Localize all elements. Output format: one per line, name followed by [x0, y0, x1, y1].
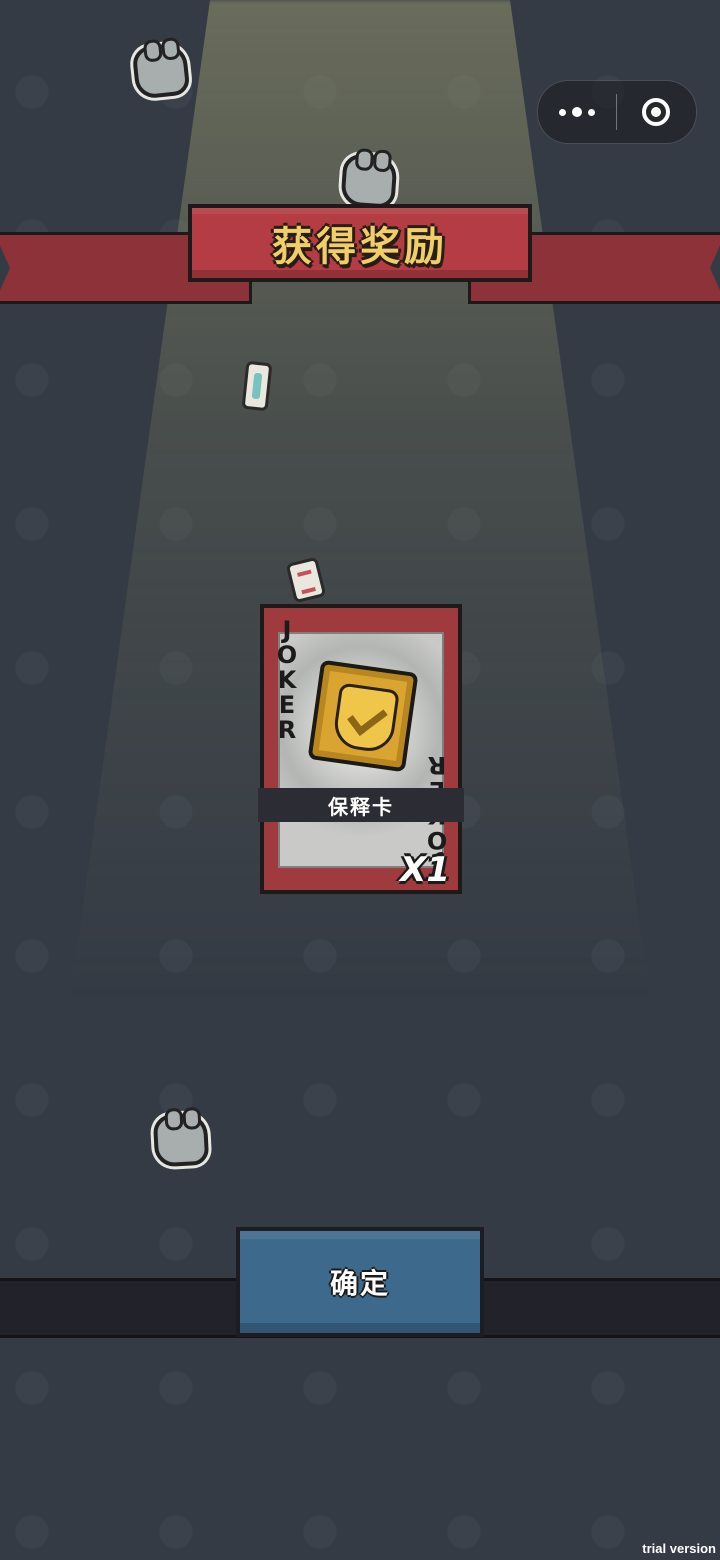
reward-card: JOKER JOKER 保释卡 X1	[258, 604, 464, 894]
title-ribbon: 获得奖励	[188, 204, 532, 282]
card-name-band: 保释卡	[258, 788, 464, 822]
more-dots-icon[interactable]	[538, 81, 616, 143]
confirm-button-label: 确定	[329, 1267, 390, 1300]
trial-watermark: trial version	[642, 1541, 716, 1556]
card-corner-label: JOKER	[276, 616, 298, 744]
card-name: 保释卡	[328, 794, 394, 819]
confirm-button[interactable]: 确定	[236, 1227, 484, 1337]
gold-shield-check-icon	[307, 659, 419, 773]
target-circle-icon[interactable]	[617, 81, 695, 143]
exclamation-sticker-icon	[241, 360, 273, 412]
rabbit-sticker-icon	[152, 1112, 210, 1168]
capsule-menu	[537, 80, 697, 144]
rabbit-sticker-icon	[340, 153, 398, 209]
rabbit-sticker-icon	[131, 42, 191, 100]
page-title: 获得奖励	[272, 224, 448, 270]
card-quantity: X1	[400, 850, 450, 890]
